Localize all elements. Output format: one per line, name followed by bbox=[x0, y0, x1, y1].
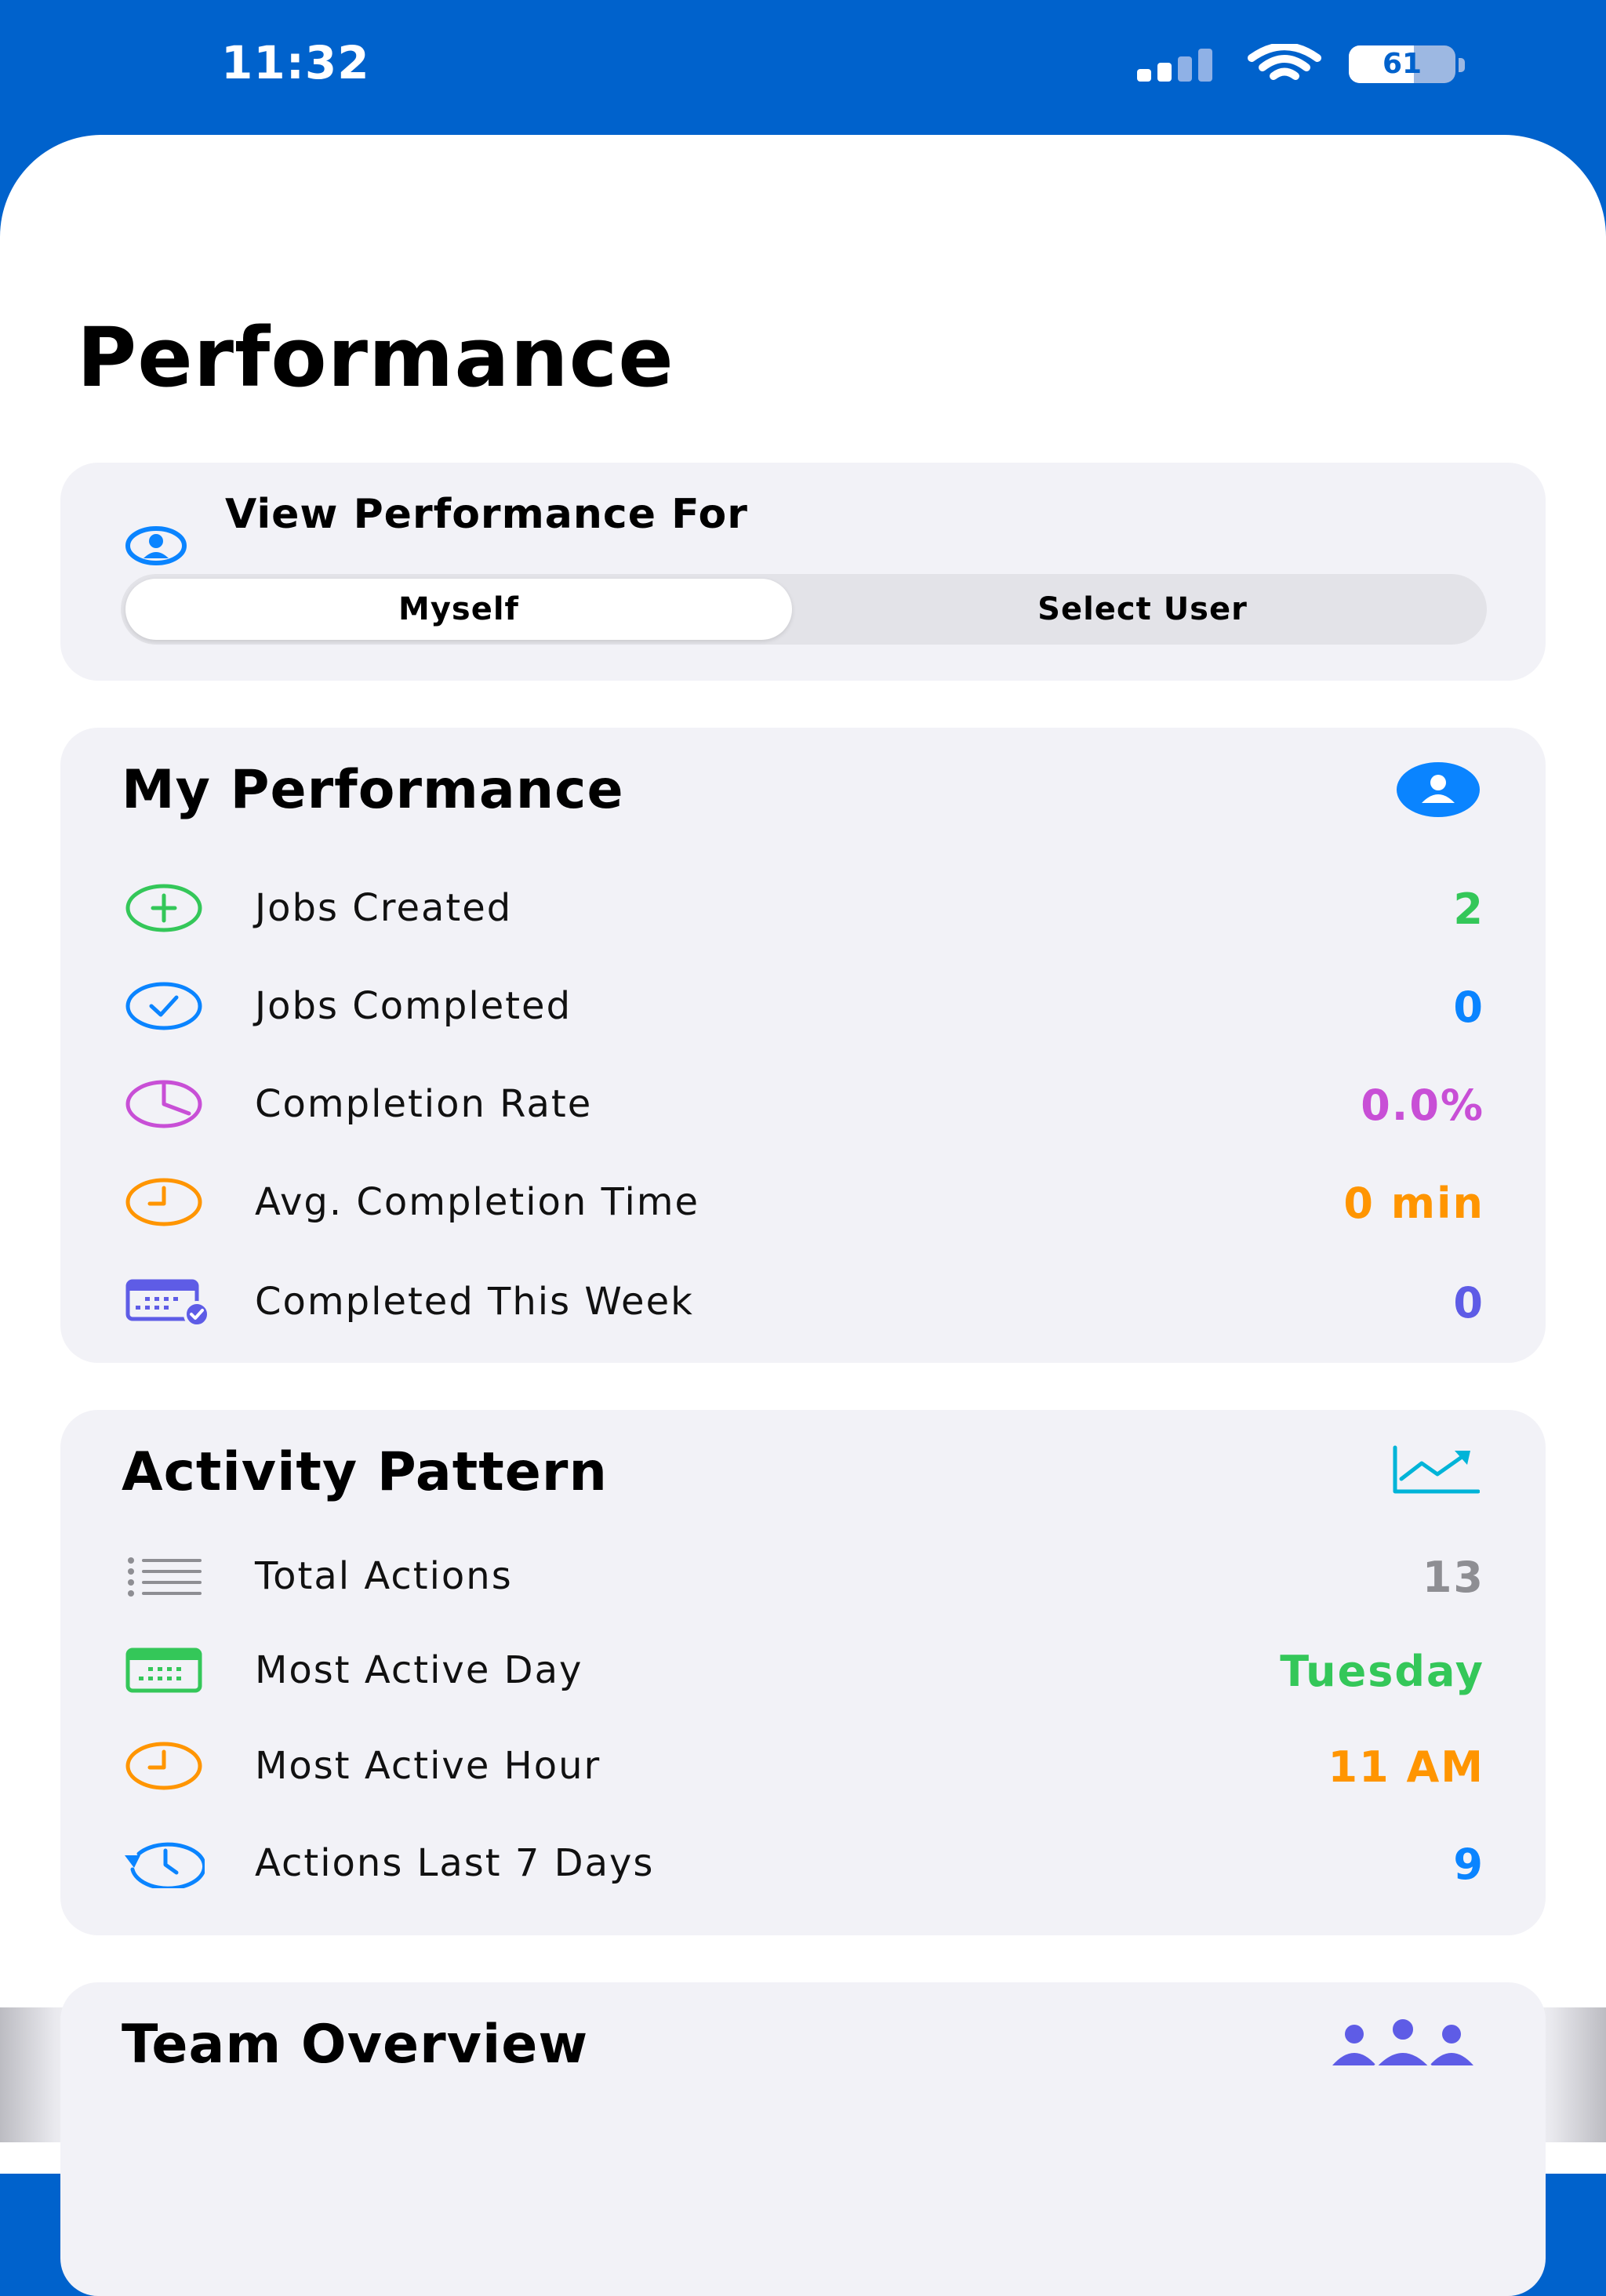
status-bar: 11:32 61 bbox=[0, 0, 1606, 135]
stat-label: Completed This Week bbox=[255, 1280, 694, 1324]
calendar-icon bbox=[125, 1648, 202, 1693]
view-performance-for-card: View Performance For Myself Select User bbox=[60, 463, 1546, 681]
activity-pattern-card: Activity Pattern Total Actions 13 Most A… bbox=[60, 1410, 1546, 1935]
stat-label: Jobs Created bbox=[255, 886, 513, 930]
stat-label: Actions Last 7 Days bbox=[255, 1841, 655, 1885]
stat-row-completed-this-week: Completed This Week 0 bbox=[60, 1262, 1546, 1341]
plus-circle-icon bbox=[125, 884, 202, 932]
team-overview-card: Team Overview bbox=[60, 1982, 1546, 2296]
cellular-signal-icon bbox=[1137, 49, 1212, 82]
list-bullet-icon bbox=[128, 1557, 202, 1597]
segment-myself[interactable]: Myself bbox=[125, 579, 792, 640]
stat-label: Most Active Day bbox=[255, 1648, 583, 1692]
stat-row-completion-rate: Completion Rate 0.0% bbox=[60, 1065, 1546, 1143]
segment-select-user[interactable]: Select User bbox=[803, 579, 1482, 640]
stat-value: 0 min bbox=[1343, 1179, 1484, 1228]
stat-row-actions-last-7-days: Actions Last 7 Days 9 bbox=[60, 1824, 1546, 1902]
clock-arrow-circlepath-icon bbox=[125, 1842, 205, 1888]
stat-row-jobs-completed: Jobs Completed 0 bbox=[60, 967, 1546, 1045]
team-overview-title: Team Overview bbox=[122, 2014, 589, 2076]
stat-label: Completion Rate bbox=[255, 1082, 593, 1126]
stat-row-avg-completion-time: Avg. Completion Time 0 min bbox=[60, 1163, 1546, 1241]
stat-value: 13 bbox=[1422, 1553, 1484, 1602]
stat-row-most-active-day: Most Active Day Tuesday bbox=[60, 1631, 1546, 1709]
person-circle-fill-icon bbox=[1397, 762, 1480, 817]
stat-label: Avg. Completion Time bbox=[255, 1180, 700, 1224]
stat-value: 0 bbox=[1453, 1278, 1484, 1328]
stat-value: 2 bbox=[1453, 885, 1484, 934]
user-segmented-control: Myself Select User bbox=[121, 574, 1487, 645]
battery-percent: 61 bbox=[1382, 48, 1423, 80]
page-title: Performance bbox=[77, 310, 674, 405]
person-3-fill-icon bbox=[1332, 2017, 1473, 2069]
wifi-icon bbox=[1248, 44, 1321, 80]
battery-icon: 61 bbox=[1349, 45, 1466, 85]
stat-label: Most Active Hour bbox=[255, 1744, 601, 1788]
chart-line-uptrend-icon bbox=[1393, 1445, 1480, 1494]
my-performance-card: My Performance Jobs Created 2 Jobs Compl… bbox=[60, 728, 1546, 1363]
checkmark-circle-icon bbox=[125, 982, 202, 1030]
stat-value: Tuesday bbox=[1280, 1647, 1484, 1696]
stat-row-jobs-created: Jobs Created 2 bbox=[60, 869, 1546, 947]
stat-value: 11 AM bbox=[1328, 1742, 1484, 1792]
stat-row-total-actions: Total Actions 13 bbox=[60, 1537, 1546, 1615]
status-time: 11:32 bbox=[221, 36, 370, 89]
stat-value: 9 bbox=[1453, 1840, 1484, 1889]
view-performance-for-title: View Performance For bbox=[225, 491, 748, 538]
my-performance-title: My Performance bbox=[122, 759, 624, 821]
stat-value: 0 bbox=[1453, 983, 1484, 1032]
chart-pie-icon bbox=[125, 1080, 202, 1128]
calendar-badge-checkmark-icon bbox=[125, 1279, 210, 1327]
stat-label: Jobs Completed bbox=[255, 984, 572, 1028]
stat-value: 0.0% bbox=[1361, 1081, 1484, 1130]
status-icons: 61 bbox=[1137, 44, 1466, 91]
clock-icon bbox=[125, 1178, 202, 1226]
person-circle-icon bbox=[125, 526, 187, 565]
stat-row-most-active-hour: Most Active Hour 11 AM bbox=[60, 1727, 1546, 1805]
clock-icon bbox=[125, 1742, 202, 1790]
stat-label: Total Actions bbox=[255, 1554, 513, 1598]
activity-pattern-title: Activity Pattern bbox=[122, 1441, 608, 1503]
